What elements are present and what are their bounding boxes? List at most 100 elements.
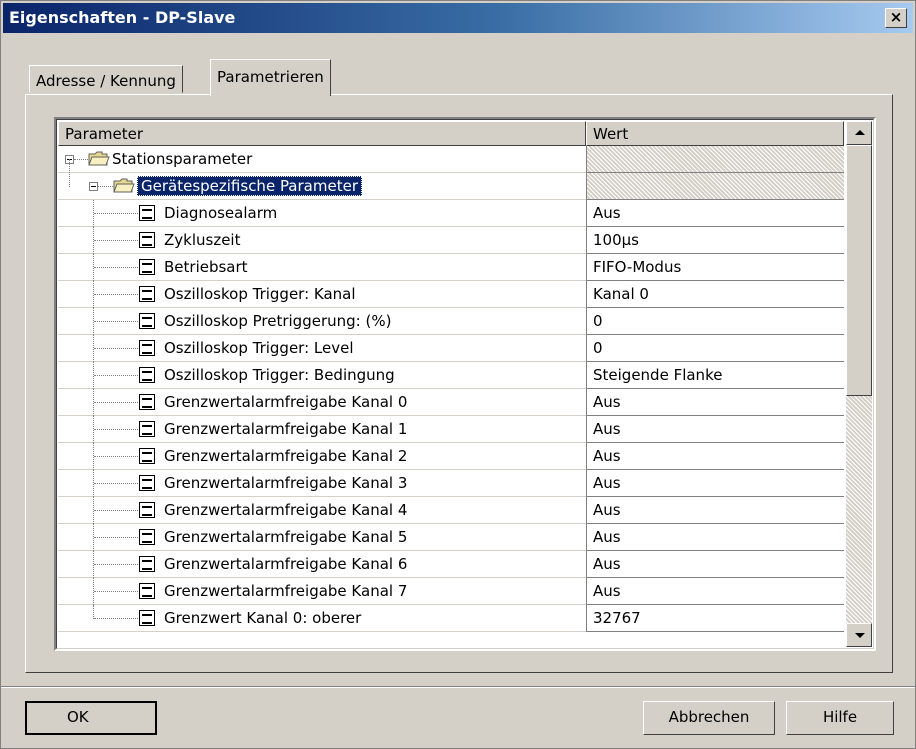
table-row[interactable]: Grenzwertalarmfreigabe Kanal 7 Aus [58,578,844,605]
scroll-down-button[interactable] [846,623,872,647]
cancel-button[interactable]: Abbrechen [643,701,775,735]
parameter-label: Grenzwertalarmfreigabe Kanal 1 [164,420,408,438]
table-row[interactable]: Diagnosealarm Aus [58,200,844,227]
value-cell[interactable]: Aus [586,551,844,578]
table-row[interactable]: Grenzwertalarmfreigabe Kanal 4 Aus [58,497,844,524]
value-cell[interactable]: 0 [586,335,844,362]
collapse-icon[interactable] [89,182,98,191]
value-cell[interactable]: Aus [586,497,844,524]
parameter-cell[interactable]: Grenzwertalarmfreigabe Kanal 7 [58,578,586,605]
parameter-cell[interactable]: Diagnosealarm [58,200,586,227]
parameter-icon [139,529,155,545]
parameter-cell[interactable]: Oszilloskop Pretriggerung: (%) [58,308,586,335]
parameter-cell[interactable]: Oszilloskop Trigger: Bedingung [58,362,586,389]
parameter-cell[interactable]: Grenzwertalarmfreigabe Kanal 3 [58,470,586,497]
scroll-up-button[interactable] [846,121,872,145]
parameter-cell[interactable]: Grenzwert Kanal 0: oberer [58,605,586,632]
parameter-label: Betriebsart [164,258,248,276]
table-row[interactable]: Betriebsart FIFO-Modus [58,254,844,281]
close-button[interactable]: × [885,8,907,28]
title-bar[interactable]: Eigenschaften - DP-Slave × [3,3,913,33]
parameter-icon [139,340,155,356]
parameter-label: Oszilloskop Pretriggerung: (%) [164,312,392,330]
properties-dialog: Eigenschaften - DP-Slave × Adresse / Ken… [0,0,916,749]
parameter-grid: Parameter Wert Stationsparameter Gerätesp… [54,117,876,651]
parameter-cell[interactable]: Grenzwertalarmfreigabe Kanal 0 [58,389,586,416]
value-cell[interactable]: Aus [586,200,844,227]
value-cell[interactable]: 100µs [586,227,844,254]
parameter-label: Diagnosealarm [164,204,278,222]
table-row[interactable]: Oszilloskop Trigger: Bedingung Steigende … [58,362,844,389]
table-row[interactable]: Oszilloskop Trigger: Kanal Kanal 0 [58,281,844,308]
column-header-wert[interactable]: Wert [586,121,844,146]
parameter-cell[interactable]: Betriebsart [58,254,586,281]
parameter-icon [139,583,155,599]
window-title: Eigenschaften - DP-Slave [9,8,236,27]
table-row[interactable]: Gerätespezifische Parameter [58,159,844,200]
table-row[interactable]: Stationsparameter [58,146,844,173]
parameter-cell[interactable]: Grenzwertalarmfreigabe Kanal 1 [58,416,586,443]
folder-open-icon [113,178,135,193]
value-cell[interactable]: FIFO-Modus [586,254,844,281]
parameter-cell[interactable]: Grenzwertalarmfreigabe Kanal 2 [58,443,586,470]
tab-label: Parametrieren [217,68,324,86]
table-row[interactable]: Grenzwertalarmfreigabe Kanal 5 Aus [58,524,844,551]
table-row[interactable]: Grenzwertalarmfreigabe Kanal 1 Aus [58,416,844,443]
parameter-cell[interactable]: Grenzwertalarmfreigabe Kanal 5 [58,524,586,551]
value-cell[interactable]: 0 [586,308,844,335]
value-cell[interactable]: Aus [586,443,844,470]
parameter-label: Zykluszeit [164,231,241,249]
parameter-icon [139,475,155,491]
table-row[interactable]: Oszilloskop Trigger: Level 0 [58,335,844,362]
parameter-icon [139,556,155,572]
tab-parametrieren[interactable]: Parametrieren [210,59,331,96]
parameter-label: Grenzwertalarmfreigabe Kanal 4 [164,501,408,519]
table-row[interactable]: Oszilloskop Pretriggerung: (%) 0 [58,308,844,335]
parameter-cell[interactable]: Grenzwertalarmfreigabe Kanal 6 [58,551,586,578]
close-icon: × [889,8,903,26]
parameter-cell[interactable]: Oszilloskop Trigger: Level [58,335,586,362]
vertical-scrollbar[interactable] [846,121,872,647]
parameter-label: Oszilloskop Trigger: Level [164,339,354,357]
value-cell[interactable]: 32767 [586,605,844,632]
parameter-icon [139,286,155,302]
parameter-cell[interactable]: Zykluszeit [58,227,586,254]
parameter-icon [139,394,155,410]
parameter-label: Grenzwert Kanal 0: oberer [164,609,362,627]
tab-adresse-kennung[interactable]: Adresse / Kennung [29,65,183,93]
column-header-parameter[interactable]: Parameter [58,121,586,146]
arrow-up-icon [855,130,865,135]
parameter-label: Oszilloskop Trigger: Bedingung [164,366,395,384]
parameter-cell[interactable]: Grenzwertalarmfreigabe Kanal 4 [58,497,586,524]
value-cell[interactable]: Kanal 0 [586,281,844,308]
table-row[interactable]: Grenzwert Kanal 0: oberer 32767 [58,605,844,632]
table-row[interactable]: Grenzwertalarmfreigabe Kanal 2 Aus [58,443,844,470]
parameter-cell[interactable]: Stationsparameter [58,146,586,173]
scroll-thumb[interactable] [846,145,872,396]
value-cell[interactable]: Aus [586,389,844,416]
parameter-label: Gerätespezifische Parameter [137,176,362,196]
parameter-cell[interactable]: Gerätespezifische Parameter [58,159,586,200]
value-cell[interactable]: Aus [586,470,844,497]
table-row[interactable]: Grenzwertalarmfreigabe Kanal 6 Aus [58,551,844,578]
parameter-label: Grenzwertalarmfreigabe Kanal 3 [164,474,408,492]
parameter-icon [139,232,155,248]
value-cell[interactable]: Steigende Flanke [586,362,844,389]
table-row[interactable]: Zykluszeit 100µs [58,227,844,254]
parameter-cell[interactable]: Oszilloskop Trigger: Kanal [58,281,586,308]
parameter-label: Grenzwertalarmfreigabe Kanal 5 [164,528,408,546]
ok-button[interactable]: OK [25,701,157,735]
help-button[interactable]: Hilfe [786,701,894,735]
value-cell [586,173,844,200]
parameter-icon [139,421,155,437]
value-cell[interactable]: Aus [586,578,844,605]
arrow-down-icon [855,633,865,638]
table-row[interactable]: Grenzwertalarmfreigabe Kanal 3 Aus [58,470,844,497]
parameter-label: Grenzwertalarmfreigabe Kanal 2 [164,447,408,465]
parameter-icon [139,610,155,626]
value-cell[interactable]: Aus [586,524,844,551]
value-cell [586,146,844,173]
footer-divider [1,686,915,688]
value-cell[interactable]: Aus [586,416,844,443]
table-row[interactable]: Grenzwertalarmfreigabe Kanal 0 Aus [58,389,844,416]
